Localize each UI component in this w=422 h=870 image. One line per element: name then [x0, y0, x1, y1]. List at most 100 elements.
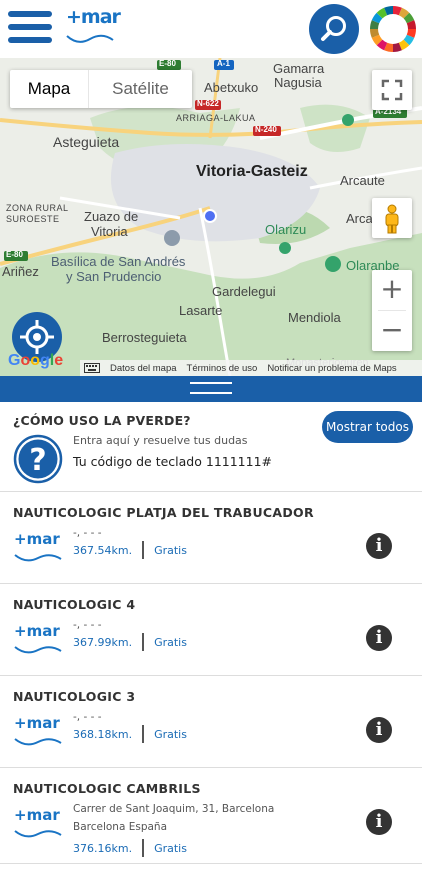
- wave-icon: [14, 830, 62, 838]
- report-problem-link[interactable]: Notificar un problema de Maps: [267, 363, 396, 374]
- show-all-button[interactable]: Mostrar todos: [322, 411, 413, 443]
- map-data-link[interactable]: Datos del mapa: [110, 363, 177, 374]
- station-name: NAUTICOLOGIC PLATJA DEL TRABUCADOR: [13, 505, 314, 520]
- keypad-code: Tu código de teclado 1111111#: [73, 454, 273, 469]
- station-price: Gratis: [154, 727, 187, 741]
- list-item[interactable]: NAUTICOLOGIC CAMBRILS +mar Carrer de San…: [0, 768, 422, 864]
- map-label-zona-rural: ZONA RURAL: [6, 203, 69, 213]
- sdg-wheel-icon[interactable]: [368, 4, 418, 54]
- map-type-control: Mapa Satélite: [10, 70, 192, 108]
- wave-icon: [14, 738, 62, 746]
- station-meta: 368.18km. Gratis: [73, 725, 187, 743]
- map-label-abetxuko: Abetxuko: [204, 80, 259, 95]
- station-logo: +mar: [14, 714, 64, 756]
- map-label-olarizu: Olarizu: [265, 222, 307, 237]
- zoom-in-button[interactable]: +: [372, 270, 412, 310]
- wave-icon: [14, 646, 62, 654]
- info-icon[interactable]: i: [366, 717, 392, 743]
- meta-divider: [142, 839, 145, 857]
- station-logo: +mar: [14, 530, 64, 572]
- station-distance: 367.99km.: [73, 635, 133, 649]
- help-subtitle: Entra aquí y resuelve tus dudas: [73, 434, 248, 447]
- map-attribution: Datos del mapa Términos de uso Notificar…: [80, 360, 422, 376]
- wave-icon: [66, 34, 114, 43]
- zoom-out-button[interactable]: −: [372, 311, 412, 351]
- map-view[interactable]: E-80 A-1 N-622 N-240 A-2134 E-80 Abetxuk…: [0, 58, 422, 376]
- map-label-zuazo-1: Zuazo de: [84, 209, 139, 224]
- map-label-basilica-1: Basílica de San Andrés: [51, 254, 186, 269]
- help-title: ¿CÓMO USO LA PVERDE?: [13, 413, 191, 428]
- list-item[interactable]: NAUTICOLOGIC 4 +mar -, - - - 367.99km. G…: [0, 584, 422, 676]
- station-address: -, - - -: [73, 619, 102, 631]
- info-icon[interactable]: i: [366, 625, 392, 651]
- app-header: +mar: [0, 0, 422, 58]
- station-price: Gratis: [154, 841, 187, 855]
- station-address: -, - - -: [73, 527, 102, 539]
- keyboard-icon[interactable]: [84, 363, 100, 373]
- station-distance: 367.54km.: [73, 543, 133, 557]
- station-address-line-1: Carrer de Sant Joaquim, 31, Barcelona: [73, 803, 275, 815]
- map-label-arca: Arca: [346, 211, 373, 226]
- station-address: -, - - -: [73, 711, 102, 723]
- svg-text:?: ?: [29, 443, 46, 478]
- map-label-gardelegui: Gardelegui: [212, 284, 276, 299]
- map-label-arriaga: ARRIAGA-LAKUA: [176, 113, 256, 123]
- road-badge-e80-top: E-80: [159, 59, 176, 68]
- map-label-mendiola: Mendiola: [288, 310, 341, 325]
- pegman-icon: [385, 204, 399, 234]
- station-meta: 376.16km. Gratis: [73, 839, 187, 857]
- list-item[interactable]: NAUTICOLOGIC PLATJA DEL TRABUCADOR +mar …: [0, 492, 422, 584]
- map-label-lasarte: Lasarte: [179, 303, 223, 318]
- map-label-zuazo-2: Vitoria: [91, 224, 128, 239]
- station-distance: 376.16km.: [73, 841, 133, 855]
- map-label-asteguieta: Asteguieta: [53, 134, 120, 150]
- station-price: Gratis: [154, 543, 187, 557]
- map-label-gamarra: Gamarra: [273, 61, 325, 76]
- terms-link[interactable]: Términos de uso: [187, 363, 258, 374]
- meta-divider: [142, 541, 145, 559]
- app-logo[interactable]: +mar: [66, 6, 121, 48]
- map-label-berrosteguieta: Berrosteguieta: [102, 330, 187, 345]
- list-item[interactable]: NAUTICOLOGIC 3 +mar -, - - - 368.18km. G…: [0, 676, 422, 768]
- meta-divider: [142, 633, 145, 651]
- station-distance: 368.18km.: [73, 727, 133, 741]
- wave-icon: [14, 554, 62, 562]
- map-label-nagusia: Nagusia: [274, 75, 322, 90]
- street-view-button[interactable]: [372, 198, 412, 238]
- google-logo: Google: [8, 352, 64, 369]
- map-label-vitoria: Vitoria-Gasteiz: [196, 163, 308, 180]
- panel-drag-handle[interactable]: [0, 376, 422, 402]
- station-logo: +mar: [14, 622, 64, 664]
- station-list: NAUTICOLOGIC PLATJA DEL TRABUCADOR +mar …: [0, 492, 422, 864]
- search-button[interactable]: [309, 4, 359, 54]
- zoom-control: + −: [372, 270, 412, 351]
- station-name: NAUTICOLOGIC 4: [13, 597, 136, 612]
- map-label-arcaute: Arcaute: [340, 173, 385, 188]
- road-badge-e80-left: E-80: [6, 250, 23, 259]
- map-label-basilica-2: y San Prudencio: [66, 269, 162, 284]
- station-name: NAUTICOLOGIC CAMBRILS: [13, 781, 201, 796]
- question-icon: ?: [13, 434, 63, 484]
- map-label-arinez: Ariñez: [2, 264, 39, 279]
- info-icon[interactable]: i: [366, 533, 392, 559]
- station-meta: 367.54km. Gratis: [73, 541, 187, 559]
- meta-divider: [142, 725, 145, 743]
- map-type-map-button[interactable]: Mapa: [10, 70, 88, 108]
- road-badge-a1: A-1: [217, 59, 230, 68]
- road-badge-n622: N-622: [197, 99, 219, 108]
- station-name: NAUTICOLOGIC 3: [13, 689, 136, 704]
- info-icon[interactable]: i: [366, 809, 392, 835]
- station-address-line-2: Barcelona España: [73, 821, 168, 833]
- fullscreen-button[interactable]: [372, 70, 412, 110]
- fullscreen-icon: [381, 79, 403, 101]
- map-label-suroeste: SUROESTE: [6, 214, 60, 224]
- station-address: Carrer de Sant Joaquim, 31, Barcelona Ba…: [73, 800, 274, 836]
- station-logo: +mar: [14, 806, 64, 848]
- road-badge-n240: N-240: [255, 125, 277, 134]
- help-section[interactable]: ¿CÓMO USO LA PVERDE? ? Entra aquí y resu…: [0, 402, 422, 492]
- hamburger-icon[interactable]: [8, 11, 54, 45]
- search-icon: [321, 16, 346, 41]
- station-meta: 367.99km. Gratis: [73, 633, 187, 651]
- station-price: Gratis: [154, 635, 187, 649]
- map-type-satellite-button[interactable]: Satélite: [88, 70, 192, 108]
